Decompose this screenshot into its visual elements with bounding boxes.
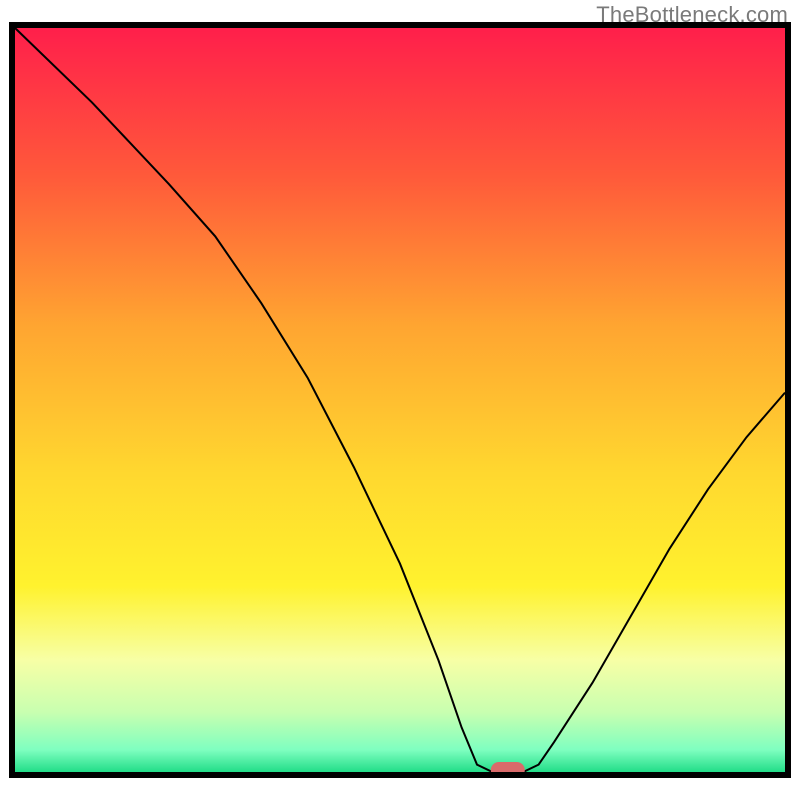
bottleneck-chart (0, 0, 800, 800)
plot-area (12, 25, 788, 778)
chart-container: TheBottleneck.com (0, 0, 800, 800)
gradient-background (15, 28, 785, 772)
